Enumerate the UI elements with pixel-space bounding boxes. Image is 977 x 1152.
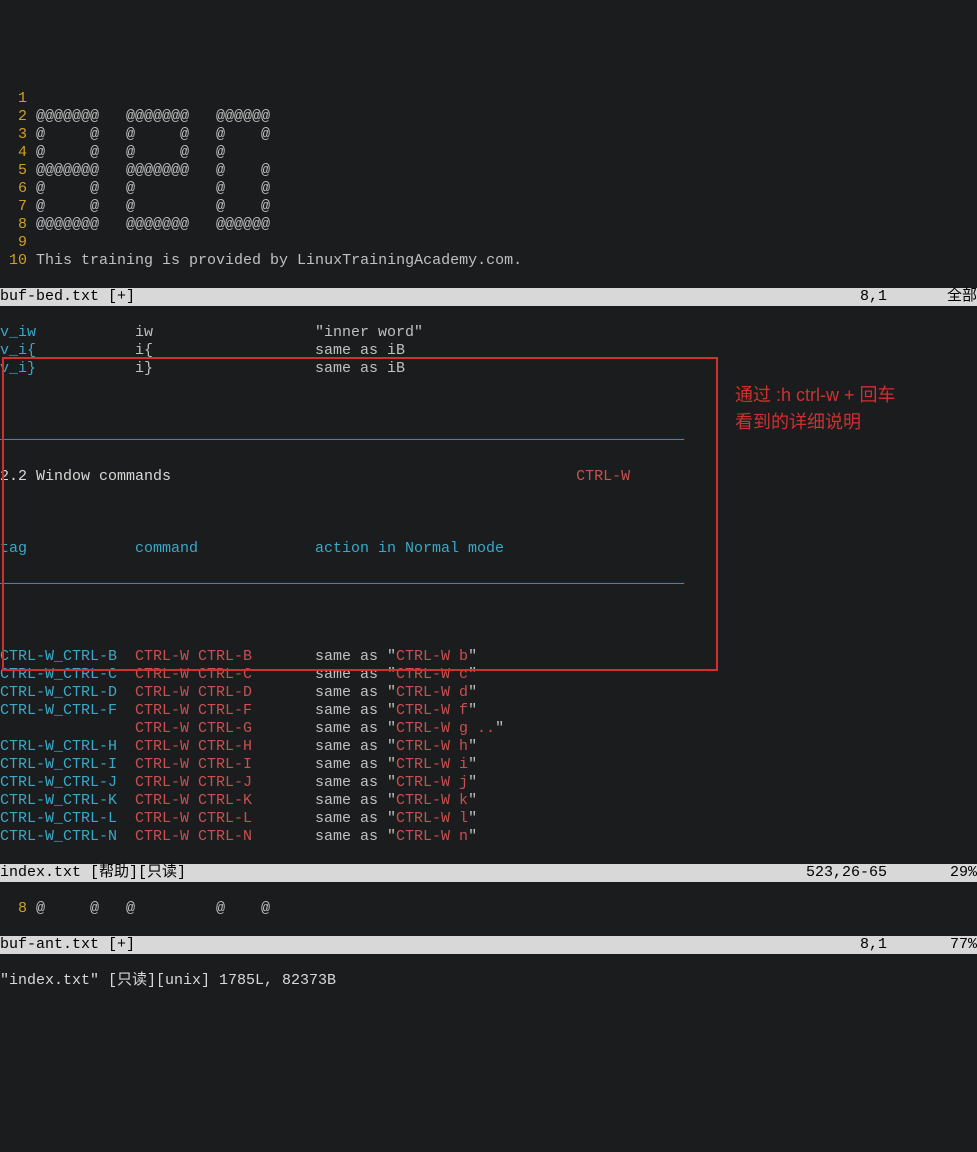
command-row: CTRL-W_CTRL-KCTRL-W CTRL-Ksame as "CTRL-… bbox=[0, 792, 977, 810]
status-filename: index.txt [帮助][只读] bbox=[0, 864, 806, 882]
line-number: 4 bbox=[0, 144, 27, 162]
cmd-tag: CTRL-W_CTRL-D bbox=[0, 684, 135, 702]
line-number: 5 bbox=[0, 162, 27, 180]
code-line[interactable]: 1 bbox=[0, 90, 977, 108]
code-line[interactable]: 10 This training is provided by LinuxTra… bbox=[0, 252, 977, 270]
line-text: @ @ @ @ @ bbox=[36, 900, 270, 917]
cmd-key: CTRL-W CTRL-L bbox=[135, 810, 315, 828]
buffer-top[interactable]: 1 2 @@@@@@@ @@@@@@@ @@@@@@3 @ @ @ @ @ @4… bbox=[0, 90, 977, 270]
line-number: 9 bbox=[0, 234, 27, 252]
cmd-tag: CTRL-W_CTRL-B bbox=[0, 648, 135, 666]
status-percent: 29% bbox=[887, 864, 977, 882]
section-header: 2.2 Window commandsCTRL-W bbox=[0, 468, 977, 486]
line-text: @ @ @ @ @ bbox=[36, 198, 270, 215]
command-line[interactable]: "index.txt" [只读][unix] 1785L, 82373B bbox=[0, 972, 977, 990]
status-pos: 8,1 bbox=[860, 936, 887, 954]
cmd-tag: CTRL-W_CTRL-N bbox=[0, 828, 135, 846]
cmd-key: CTRL-W CTRL-C bbox=[135, 666, 315, 684]
help-row: v_i{i{same as iB bbox=[0, 342, 977, 360]
command-row: CTRL-W_CTRL-HCTRL-W CTRL-Hsame as "CTRL-… bbox=[0, 738, 977, 756]
help-row: v_iwiw"inner word" bbox=[0, 324, 977, 342]
editor-viewport[interactable]: 1 2 @@@@@@@ @@@@@@@ @@@@@@3 @ @ @ @ @ @4… bbox=[0, 72, 977, 1062]
annotation-text: 通过 :h ctrl-w + 回车看到的详细说明 bbox=[735, 382, 896, 436]
line-number: 1 bbox=[0, 90, 27, 108]
cmd-action: same as "CTRL-W l" bbox=[315, 810, 477, 827]
command-row: CTRL-W CTRL-Gsame as "CTRL-W g .." bbox=[0, 720, 977, 738]
status-bar-2: index.txt [帮助][只读]523,26-6529% bbox=[0, 864, 977, 882]
line-text: @@@@@@@ @@@@@@@ @@@@@@ bbox=[36, 216, 270, 233]
cmd-key: CTRL-W CTRL-H bbox=[135, 738, 315, 756]
header-underline: ────────────────────────────────────────… bbox=[0, 576, 977, 594]
cmd-tag: CTRL-W_CTRL-J bbox=[0, 774, 135, 792]
line-number: 8 bbox=[0, 216, 27, 234]
line-number: 2 bbox=[0, 108, 27, 126]
code-line[interactable]: 8 @@@@@@@ @@@@@@@ @@@@@@ bbox=[0, 216, 977, 234]
command-table[interactable]: CTRL-W_CTRL-BCTRL-W CTRL-Bsame as "CTRL-… bbox=[0, 648, 977, 846]
line-number: 6 bbox=[0, 180, 27, 198]
command-row: CTRL-W_CTRL-CCTRL-W CTRL-Csame as "CTRL-… bbox=[0, 666, 977, 684]
status-pos: 8,1 bbox=[860, 288, 887, 306]
cmd-tag: CTRL-W_CTRL-I bbox=[0, 756, 135, 774]
cmd-tag: CTRL-W_CTRL-C bbox=[0, 666, 135, 684]
cmd-key: CTRL-W CTRL-G bbox=[135, 720, 315, 738]
line-text: @ @ @ @ @ @ bbox=[36, 126, 270, 143]
line-text: This training is provided by LinuxTraini… bbox=[36, 252, 522, 269]
code-line[interactable]: 3 @ @ @ @ @ @ bbox=[0, 126, 977, 144]
command-row: CTRL-W_CTRL-LCTRL-W CTRL-Lsame as "CTRL-… bbox=[0, 810, 977, 828]
line-text: @@@@@@@ @@@@@@@ @ @ bbox=[36, 162, 270, 179]
cmd-action: same as "CTRL-W n" bbox=[315, 828, 477, 845]
cmd-tag: CTRL-W_CTRL-K bbox=[0, 792, 135, 810]
status-bar-3: buf-ant.txt [+]8,177% bbox=[0, 936, 977, 954]
cmd-key: CTRL-W CTRL-B bbox=[135, 648, 315, 666]
cmd-action: same as "CTRL-W d" bbox=[315, 684, 477, 701]
code-line[interactable]: 2 @@@@@@@ @@@@@@@ @@@@@@ bbox=[0, 108, 977, 126]
code-line[interactable]: 5 @@@@@@@ @@@@@@@ @ @ bbox=[0, 162, 977, 180]
cmd-tag: CTRL-W_CTRL-F bbox=[0, 702, 135, 720]
command-row: CTRL-W_CTRL-ICTRL-W CTRL-Isame as "CTRL-… bbox=[0, 756, 977, 774]
status-percent: 77% bbox=[887, 936, 977, 954]
cmd-key: CTRL-W CTRL-F bbox=[135, 702, 315, 720]
cmd-action: same as "CTRL-W j" bbox=[315, 774, 477, 791]
section-key: CTRL-W bbox=[576, 468, 630, 485]
code-line[interactable]: 7 @ @ @ @ @ bbox=[0, 198, 977, 216]
cmd-tag: CTRL-W_CTRL-H bbox=[0, 738, 135, 756]
status-filename: buf-ant.txt [+] bbox=[0, 936, 860, 954]
cmd-tag: CTRL-W_CTRL-L bbox=[0, 810, 135, 828]
command-row: CTRL-W_CTRL-NCTRL-W CTRL-Nsame as "CTRL-… bbox=[0, 828, 977, 846]
cmd-action: same as "CTRL-W b" bbox=[315, 648, 477, 665]
status-percent: 全部 bbox=[887, 288, 977, 306]
code-line[interactable]: 4 @ @ @ @ @ bbox=[0, 144, 977, 162]
command-row: CTRL-W_CTRL-BCTRL-W CTRL-Bsame as "CTRL-… bbox=[0, 648, 977, 666]
buffer-bottom[interactable]: 8 @ @ @ @ @ bbox=[0, 900, 977, 918]
cmd-action: same as "CTRL-W g .." bbox=[315, 720, 504, 737]
status-pos: 523,26-65 bbox=[806, 864, 887, 882]
command-row: CTRL-W_CTRL-DCTRL-W CTRL-Dsame as "CTRL-… bbox=[0, 684, 977, 702]
cmd-key: CTRL-W CTRL-K bbox=[135, 792, 315, 810]
line-number: 3 bbox=[0, 126, 27, 144]
cmd-key: CTRL-W CTRL-N bbox=[135, 828, 315, 846]
line-number: 8 bbox=[0, 900, 27, 918]
status-filename: buf-bed.txt [+] bbox=[0, 288, 860, 306]
line-number: 7 bbox=[0, 198, 27, 216]
cmd-key: CTRL-W CTRL-D bbox=[135, 684, 315, 702]
status-bar-1: buf-bed.txt [+]8,1全部 bbox=[0, 288, 977, 306]
code-line[interactable]: 6 @ @ @ @ @ bbox=[0, 180, 977, 198]
cmd-key: CTRL-W CTRL-I bbox=[135, 756, 315, 774]
col-headers: tagcommandaction in Normal mode bbox=[0, 540, 977, 558]
command-row: CTRL-W_CTRL-JCTRL-W CTRL-Jsame as "CTRL-… bbox=[0, 774, 977, 792]
code-line[interactable]: 9 bbox=[0, 234, 977, 252]
line-text: @ @ @ @ @ bbox=[36, 180, 270, 197]
cmd-action: same as "CTRL-W k" bbox=[315, 792, 477, 809]
help-textobj[interactable]: v_iwiw"inner word"v_i{i{same as iBv_i}i}… bbox=[0, 324, 977, 378]
help-row: v_i}i}same as iB bbox=[0, 360, 977, 378]
command-row: CTRL-W_CTRL-FCTRL-W CTRL-Fsame as "CTRL-… bbox=[0, 702, 977, 720]
line-text: @@@@@@@ @@@@@@@ @@@@@@ bbox=[36, 108, 270, 125]
cmd-action: same as "CTRL-W i" bbox=[315, 756, 477, 773]
cmd-action: same as "CTRL-W f" bbox=[315, 702, 477, 719]
cmd-key: CTRL-W CTRL-J bbox=[135, 774, 315, 792]
cmd-action: same as "CTRL-W h" bbox=[315, 738, 477, 755]
line-text: @ @ @ @ @ bbox=[36, 144, 225, 161]
line-number: 10 bbox=[0, 252, 27, 270]
cmd-action: same as "CTRL-W c" bbox=[315, 666, 477, 683]
